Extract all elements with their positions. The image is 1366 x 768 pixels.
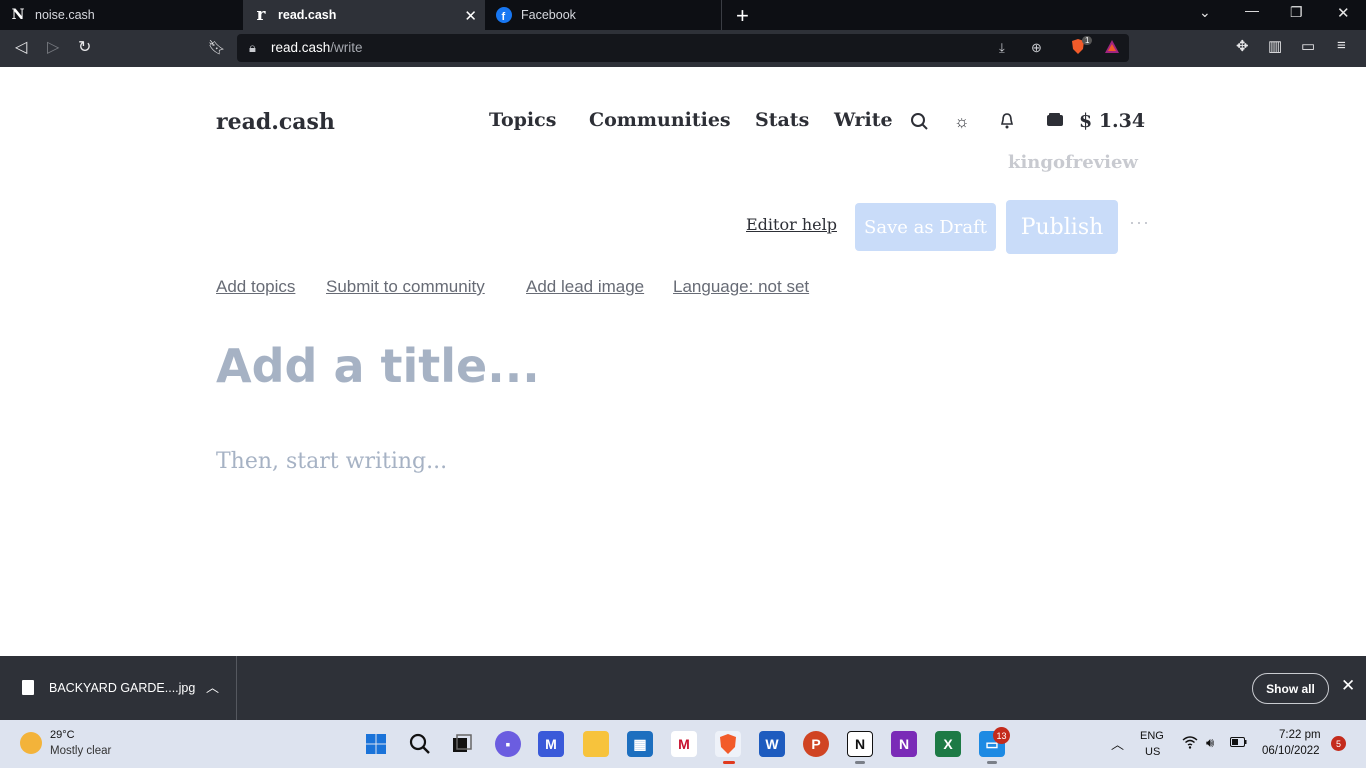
read-cash-page: read.cash Topics Communities Stats Write… bbox=[0, 67, 1366, 656]
active-app-indicator bbox=[723, 761, 735, 764]
url-path: /write bbox=[330, 40, 363, 55]
notifications-bell-icon[interactable] bbox=[999, 112, 1015, 135]
tab-noise-cash[interactable]: N noise.cash bbox=[0, 0, 242, 30]
weather-temperature[interactable]: 29°C bbox=[50, 729, 75, 741]
excel-icon[interactable]: X bbox=[935, 731, 961, 757]
install-app-icon[interactable]: ⤓ bbox=[999, 40, 1005, 56]
tab-title: noise.cash bbox=[35, 8, 95, 22]
restore-icon[interactable]: ❐ bbox=[1290, 4, 1303, 21]
wallet-balance[interactable]: $ 1.34 bbox=[1079, 110, 1145, 132]
read-cash-favicon-icon: r bbox=[256, 5, 266, 25]
code-editor-icon[interactable]: M bbox=[538, 731, 564, 757]
forward-icon[interactable]: ▷ bbox=[47, 37, 59, 57]
facebook-favicon-icon: f bbox=[496, 7, 512, 23]
brave-browser-icon[interactable] bbox=[715, 731, 741, 757]
show-all-button[interactable]: Show all bbox=[1252, 673, 1329, 704]
svg-text:f: f bbox=[502, 11, 506, 23]
bookmark-icon[interactable]: 🔖︎ bbox=[208, 39, 226, 56]
language-link[interactable]: Language: not set bbox=[673, 277, 809, 297]
noise-cash-favicon-icon: N bbox=[11, 7, 25, 23]
url-host: read.cash bbox=[271, 40, 331, 55]
nav-stats[interactable]: Stats bbox=[755, 109, 809, 131]
add-topics-link[interactable]: Add topics bbox=[216, 277, 295, 297]
add-lead-image-link[interactable]: Add lead image bbox=[526, 277, 644, 297]
mcafee-icon[interactable]: M bbox=[671, 731, 697, 757]
submit-to-community-link[interactable]: Submit to community bbox=[326, 277, 485, 297]
brave-rewards-icon[interactable] bbox=[1103, 38, 1121, 59]
theme-toggle-icon[interactable]: ☼ bbox=[954, 112, 970, 132]
file-explorer-icon[interactable] bbox=[583, 731, 609, 757]
show-hidden-icons-chevron-icon[interactable]: ︿ bbox=[1111, 734, 1124, 753]
menu-icon[interactable]: ≡ bbox=[1337, 37, 1346, 54]
search-icon[interactable] bbox=[407, 731, 433, 757]
lock-icon: 🔒︎ bbox=[249, 40, 256, 55]
chevron-up-icon[interactable]: ︿ bbox=[206, 677, 219, 696]
browser-toolbar: ◁ ▷ ↻ 🔖︎ 🔒︎ read.cash/write ⤓ ⊕ 1 ✥ ▥ ▭ … bbox=[0, 30, 1366, 67]
url-text: read.cash/write bbox=[271, 40, 363, 55]
shields-count-badge: 1 bbox=[1082, 36, 1093, 45]
editor-help-link[interactable]: Editor help bbox=[746, 215, 837, 234]
input-language[interactable]: ENG bbox=[1140, 730, 1164, 742]
reload-icon[interactable]: ↻ bbox=[78, 37, 91, 57]
notion-icon[interactable]: N bbox=[847, 731, 873, 757]
clock-time[interactable]: 7:22 pm bbox=[1279, 729, 1321, 741]
task-view-icon[interactable] bbox=[449, 731, 475, 757]
site-logo[interactable]: read.cash bbox=[216, 109, 335, 135]
wallet-icon[interactable] bbox=[1046, 112, 1064, 133]
nav-communities[interactable]: Communities bbox=[589, 109, 731, 131]
close-icon[interactable]: ✕ bbox=[1341, 676, 1355, 696]
microsoft-store-icon[interactable]: ▦ bbox=[627, 731, 653, 757]
downloads-bar: BACKYARD GARDE....jpg ︿ Show all ✕ bbox=[0, 656, 1366, 720]
battery-icon[interactable] bbox=[1230, 735, 1247, 750]
onenote-icon[interactable]: N bbox=[891, 731, 917, 757]
image-file-icon bbox=[22, 680, 34, 695]
keyboard-layout[interactable]: US bbox=[1145, 746, 1160, 758]
tab-title: read.cash bbox=[278, 8, 337, 22]
wifi-icon[interactable] bbox=[1182, 735, 1198, 752]
new-tab-icon[interactable]: + bbox=[736, 3, 749, 29]
sidebar-icon[interactable]: ▥ bbox=[1268, 37, 1282, 55]
extensions-icon[interactable]: ✥ bbox=[1236, 37, 1249, 55]
search-icon[interactable] bbox=[910, 112, 929, 136]
publish-button[interactable]: Publish bbox=[1006, 200, 1118, 254]
browser-tab-strip: N noise.cash r read.cash ✕ f Facebook + … bbox=[0, 0, 1366, 30]
download-file-name: BACKYARD GARDE....jpg bbox=[49, 681, 196, 695]
weather-moon-icon[interactable] bbox=[20, 732, 42, 754]
app-badge-count: 13 bbox=[993, 727, 1010, 744]
word-icon[interactable]: W bbox=[759, 731, 785, 757]
tab-search-chevron-icon[interactable]: ⌄ bbox=[1199, 4, 1211, 21]
more-options-icon[interactable]: ··· bbox=[1129, 212, 1150, 233]
save-as-draft-button[interactable]: Save as Draft bbox=[855, 203, 996, 251]
back-icon[interactable]: ◁ bbox=[15, 37, 27, 57]
running-app-indicator bbox=[855, 761, 865, 764]
start-icon[interactable] bbox=[363, 731, 389, 757]
title-input[interactable]: Add a title... bbox=[216, 339, 540, 393]
minimize-icon[interactable]: — bbox=[1245, 2, 1259, 18]
chat-icon[interactable]: ▪ bbox=[495, 731, 521, 757]
weather-description[interactable]: Mostly clear bbox=[50, 745, 111, 757]
username[interactable]: kingofreview bbox=[1008, 152, 1138, 173]
close-window-icon[interactable]: ✕ bbox=[1337, 4, 1350, 22]
tab-read-cash[interactable]: r read.cash ✕ bbox=[243, 0, 485, 30]
zoom-icon[interactable]: ⊕ bbox=[1031, 40, 1042, 56]
body-editor[interactable]: Then, start writing... bbox=[216, 449, 447, 474]
nav-write[interactable]: Write bbox=[834, 109, 893, 131]
running-app-indicator bbox=[987, 761, 997, 764]
address-bar[interactable]: 🔒︎ read.cash/write ⤓ ⊕ 1 bbox=[237, 34, 1129, 62]
close-tab-icon[interactable]: ✕ bbox=[464, 7, 477, 25]
nav-topics[interactable]: Topics bbox=[489, 109, 556, 131]
tab-facebook[interactable]: f Facebook bbox=[486, 0, 722, 30]
volume-icon[interactable]: 🔊︎ bbox=[1206, 735, 1214, 751]
wallet-icon[interactable]: ▭ bbox=[1301, 37, 1315, 55]
clock-date[interactable]: 06/10/2022 bbox=[1262, 745, 1320, 757]
powerpoint-icon[interactable]: P bbox=[803, 731, 829, 757]
download-item[interactable]: BACKYARD GARDE....jpg ︿ bbox=[0, 656, 237, 720]
tab-title: Facebook bbox=[521, 8, 576, 22]
windows-taskbar: 29°C Mostly clear ▪ M ▦ M W P N N X ▭ 13… bbox=[0, 720, 1366, 768]
notification-count-badge[interactable]: 5 bbox=[1331, 736, 1346, 751]
